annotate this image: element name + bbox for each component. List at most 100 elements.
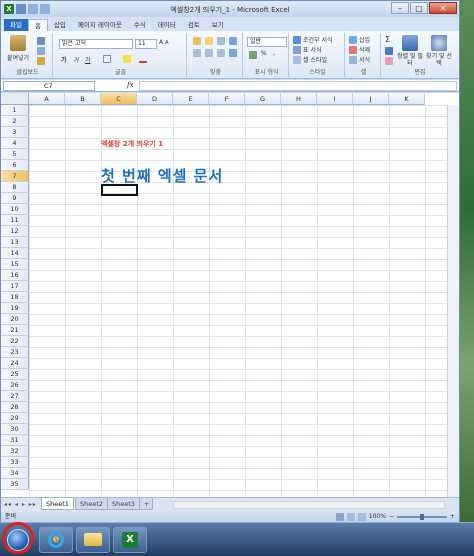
sheet-tab-2[interactable]: Sheet2 [75,498,108,510]
align-middle-icon[interactable] [205,37,213,45]
cell-styles-button[interactable]: 셀 스타일 [293,55,327,64]
sheet-nav-icon[interactable]: ◂◂ ◂ ▸ ▸▸ [4,501,37,508]
row-header-1[interactable]: 1 [1,105,29,116]
border-icon[interactable] [103,55,111,63]
zoom-out-icon[interactable]: − [389,511,394,522]
insert-cells-button[interactable]: 삽입 [349,35,370,44]
redo-icon[interactable] [40,4,50,14]
column-header-f[interactable]: F [209,93,245,105]
sheet-tab-3[interactable]: Sheet3 [107,498,140,510]
zoom-level[interactable]: 100% [369,511,386,522]
row-header-21[interactable]: 21 [1,325,29,336]
sort-filter-button[interactable]: 정렬 및 필터 [397,35,423,67]
font-size-select[interactable]: 11 [135,39,157,49]
find-select-button[interactable]: 찾기 및 선택 [425,35,453,67]
row-header-11[interactable]: 11 [1,215,29,226]
underline-icon[interactable]: 가 [85,55,91,64]
column-header-h[interactable]: H [281,93,317,105]
close-icon[interactable]: ✕ [429,2,457,14]
row-header-18[interactable]: 18 [1,292,29,303]
tab-file[interactable]: 파일 [4,19,28,31]
font-name-select[interactable]: 맑은 고딕 [59,39,133,49]
column-header-c[interactable]: C [101,93,137,105]
row-header-6[interactable]: 6 [1,160,29,171]
tab-view[interactable]: 보기 [206,19,230,31]
font-color-icon[interactable] [139,55,147,63]
taskbar-file-explorer[interactable] [76,526,110,553]
row-header-2[interactable]: 2 [1,116,29,127]
column-header-d[interactable]: D [137,93,173,105]
row-header-14[interactable]: 14 [1,248,29,259]
page-break-view-icon[interactable] [357,512,366,521]
align-right-icon[interactable] [217,49,225,57]
column-header-g[interactable]: G [245,93,281,105]
row-header-31[interactable]: 31 [1,435,29,446]
row-header-23[interactable]: 23 [1,347,29,358]
zoom-in-icon[interactable]: + [450,511,455,522]
active-cell-c7[interactable] [101,184,138,196]
start-button[interactable] [0,521,36,556]
insert-sheet-icon[interactable]: + [139,498,153,510]
row-header-16[interactable]: 16 [1,270,29,281]
wrap-text-icon[interactable] [229,37,237,45]
row-header-8[interactable]: 8 [1,182,29,193]
row-header-13[interactable]: 13 [1,237,29,248]
row-header-25[interactable]: 25 [1,369,29,380]
cell-grid[interactable] [29,105,459,497]
percent-icon[interactable]: % [261,50,267,57]
align-bottom-icon[interactable] [217,37,225,45]
row-header-24[interactable]: 24 [1,358,29,369]
cut-icon[interactable] [37,37,45,45]
cell-c6[interactable]: 첫 번째 엑셀 문서 [101,165,223,186]
row-header-5[interactable]: 5 [1,149,29,160]
align-center-icon[interactable] [205,49,213,57]
fill-color-icon[interactable] [123,55,131,63]
taskbar-internet-explorer[interactable]: e [39,526,73,553]
row-header-30[interactable]: 30 [1,424,29,435]
save-icon[interactable] [16,4,26,14]
sheet-tab-1[interactable]: Sheet1 [41,498,74,510]
zoom-slider[interactable] [396,513,447,520]
comma-icon[interactable]: , [273,50,275,57]
align-left-icon[interactable] [193,49,201,57]
tab-page-layout[interactable]: 페이지 레이아웃 [72,19,128,31]
row-header-7[interactable]: 7 [1,171,29,182]
column-header-b[interactable]: B [65,93,101,105]
bold-icon[interactable]: 가 [61,55,67,64]
function-icon[interactable]: fx [127,81,134,89]
paste-button[interactable]: 붙여넣기 [7,35,29,62]
horizontal-scrollbar[interactable] [173,501,445,509]
row-header-27[interactable]: 27 [1,391,29,402]
tab-home[interactable]: 홈 [27,19,48,31]
font-grow-icon[interactable]: AA [159,39,169,46]
italic-icon[interactable]: 가 [73,55,79,64]
row-header-19[interactable]: 19 [1,303,29,314]
minimize-icon[interactable]: – [391,2,409,14]
row-header-4[interactable]: 4 [1,138,29,149]
number-format-select[interactable]: 일반 [247,37,287,47]
tab-data[interactable]: 데이터 [152,19,182,31]
page-layout-view-icon[interactable] [346,512,355,521]
worksheet-grid[interactable]: 엑셀창 2개 띄우기 1 첫 번째 엑셀 문서 ABCDEFGHIJK12345… [1,93,459,497]
normal-view-icon[interactable] [335,512,344,521]
fill-icon[interactable] [385,47,393,55]
align-top-icon[interactable] [193,37,201,45]
copy-icon[interactable] [37,47,45,55]
row-header-3[interactable]: 3 [1,127,29,138]
excel-logo-icon[interactable]: X [4,4,14,14]
vertical-scrollbar[interactable] [447,105,459,497]
column-header-k[interactable]: K [389,93,425,105]
row-header-10[interactable]: 10 [1,204,29,215]
taskbar-excel[interactable]: X [113,526,147,553]
format-table-button[interactable]: 표 서식 [293,45,321,54]
tab-insert[interactable]: 삽입 [48,19,72,31]
currency-icon[interactable] [249,51,257,59]
tab-formulas[interactable]: 수식 [128,19,152,31]
clear-icon[interactable] [385,57,393,65]
row-header-28[interactable]: 28 [1,402,29,413]
row-header-15[interactable]: 15 [1,259,29,270]
cell-c4[interactable]: 엑셀창 2개 띄우기 1 [101,139,163,149]
select-all-corner[interactable] [1,93,29,105]
autosum-icon[interactable]: Σ [385,35,390,44]
maximize-icon[interactable]: □ [410,2,428,14]
